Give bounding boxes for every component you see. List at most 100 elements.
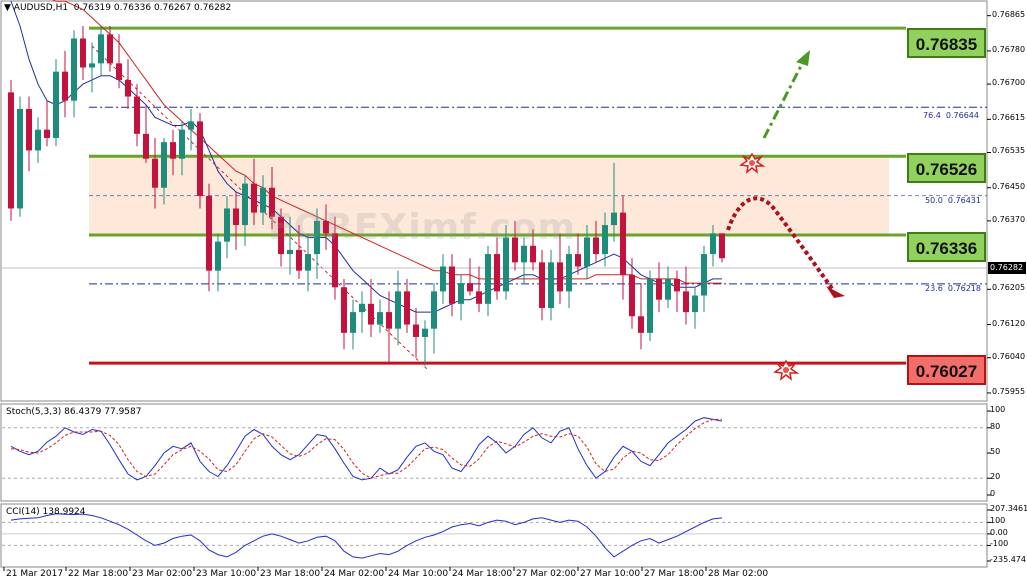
candle-body xyxy=(161,142,167,188)
candle-body xyxy=(656,278,662,300)
stoch-panel-frame xyxy=(0,403,988,502)
candle-body xyxy=(710,233,716,255)
candle-body xyxy=(548,262,554,308)
candle-body xyxy=(53,71,59,138)
time-tick-label: 23 Mar 18:00 xyxy=(260,569,321,579)
price-tick-label: 0.76615 xyxy=(992,113,1026,123)
candle-body xyxy=(692,295,698,313)
candle-body xyxy=(638,316,644,333)
candle-body xyxy=(377,312,383,325)
level-box-0-76526: 0.76526 xyxy=(907,153,986,183)
candle-body xyxy=(593,237,599,255)
fib-label-50-0: 50.0 0.76431 xyxy=(925,196,981,205)
stoch-tick-label: 100 xyxy=(990,405,1006,414)
candle-body xyxy=(89,63,95,68)
time-tick-label: 23 Mar 02:00 xyxy=(132,569,193,579)
candle-body xyxy=(665,278,671,300)
candle-body xyxy=(134,96,140,134)
candle-body xyxy=(620,212,626,275)
price-tick-label: 0.76780 xyxy=(992,44,1026,54)
stoch-label: Stoch(5,3,3) 86.4379 77.9587 xyxy=(6,407,142,417)
candle-body xyxy=(8,92,14,209)
candle-body xyxy=(422,328,428,337)
time-tick-label: 24 Mar 10:00 xyxy=(388,569,449,579)
price-tick-label: 0.76120 xyxy=(992,318,1026,328)
cci-tick-label: 207.3461 xyxy=(990,504,1027,513)
price-tick-label: 0.76700 xyxy=(992,78,1026,88)
candle-body xyxy=(557,262,563,292)
candle-body xyxy=(341,287,347,333)
time-tick-label: 23 Mar 10:00 xyxy=(196,569,257,579)
candle-body xyxy=(602,225,608,255)
time-tick-label: 27 Mar 02:00 xyxy=(516,569,577,579)
candle-body xyxy=(179,129,185,159)
candle-body xyxy=(152,158,158,188)
candle-body xyxy=(404,291,410,325)
candle-body xyxy=(701,254,707,296)
stoch-tick-label: 0 xyxy=(990,489,996,498)
price-tick-label: 0.76370 xyxy=(992,214,1026,224)
candle-body xyxy=(305,254,311,271)
candle-body xyxy=(647,278,653,333)
candle-body xyxy=(197,121,203,197)
cci-panel-frame xyxy=(0,503,988,568)
candle-body xyxy=(584,237,590,267)
level-box-0-76336: 0.76336 xyxy=(907,232,986,262)
watermark: FOREXimf.com xyxy=(268,207,577,248)
candle-body xyxy=(395,291,401,329)
candle-body xyxy=(494,254,500,292)
candle-body xyxy=(143,133,149,159)
candle-body xyxy=(449,266,455,304)
candle-body xyxy=(386,312,392,329)
candle-body xyxy=(260,187,266,213)
candle-body xyxy=(170,142,176,159)
candle-body xyxy=(251,183,257,213)
candle-body xyxy=(521,245,527,263)
candle-body xyxy=(485,254,491,304)
current-price-tag: 0.76282 xyxy=(988,262,1026,274)
ohlc-label: 0.76319 0.76336 0.76267 0.76282 xyxy=(73,3,232,13)
candle-body xyxy=(566,254,572,292)
symbol-header: ▼ AUDUSD,H1 0.76319 0.76336 0.76267 0.76… xyxy=(4,3,231,13)
candle-body xyxy=(107,34,113,64)
candle-body xyxy=(683,291,689,313)
cci-label: CCI(14) 138.9924 xyxy=(6,507,86,517)
time-tick-label: 24 Mar 18:00 xyxy=(452,569,513,579)
candle-body xyxy=(296,249,302,271)
price-tick-label: 0.76865 xyxy=(992,9,1026,19)
candle-body xyxy=(17,108,23,209)
candle-body xyxy=(287,249,293,255)
candle-body xyxy=(440,266,446,292)
stoch-tick-label: 80 xyxy=(990,421,1001,431)
cci-tick-label: -235.4741 xyxy=(990,555,1027,564)
candle-body xyxy=(71,38,77,101)
candle-body xyxy=(125,79,131,97)
candle-body xyxy=(188,121,194,130)
candle-body xyxy=(530,245,536,263)
cci-tick-label: 0.00 xyxy=(990,527,1008,537)
fib-label-23-6: 23.6 0.76218 xyxy=(925,284,981,293)
candle-body xyxy=(35,129,41,151)
price-tick-label: 0.76040 xyxy=(992,351,1026,361)
candle-body xyxy=(98,34,104,64)
price-tick-label: 0.76450 xyxy=(992,181,1026,191)
candle-body xyxy=(539,262,545,308)
candle-body xyxy=(575,254,581,267)
candle-body xyxy=(350,312,356,333)
candle-body xyxy=(26,108,32,151)
candle-body xyxy=(215,241,221,271)
symbol-icon: ▼ xyxy=(4,3,14,13)
stoch-tick-label: 20 xyxy=(990,472,1001,482)
time-tick-label: 24 Mar 02:00 xyxy=(324,569,385,579)
candle-body xyxy=(206,196,212,271)
time-tick-label: 28 Mar 02:00 xyxy=(708,569,769,579)
candle-body xyxy=(62,71,68,101)
time-tick-label: 21 Mar 2017 xyxy=(6,569,64,579)
candle-body xyxy=(80,38,86,68)
time-tick-label: 22 Mar 18:00 xyxy=(68,569,129,579)
time-tick-label: 27 Mar 10:00 xyxy=(580,569,641,579)
candle-body xyxy=(629,274,635,317)
fib-label-76-4: 76.4 0.76644 xyxy=(923,111,979,120)
candle-body xyxy=(359,303,365,313)
candle-body xyxy=(242,183,248,226)
